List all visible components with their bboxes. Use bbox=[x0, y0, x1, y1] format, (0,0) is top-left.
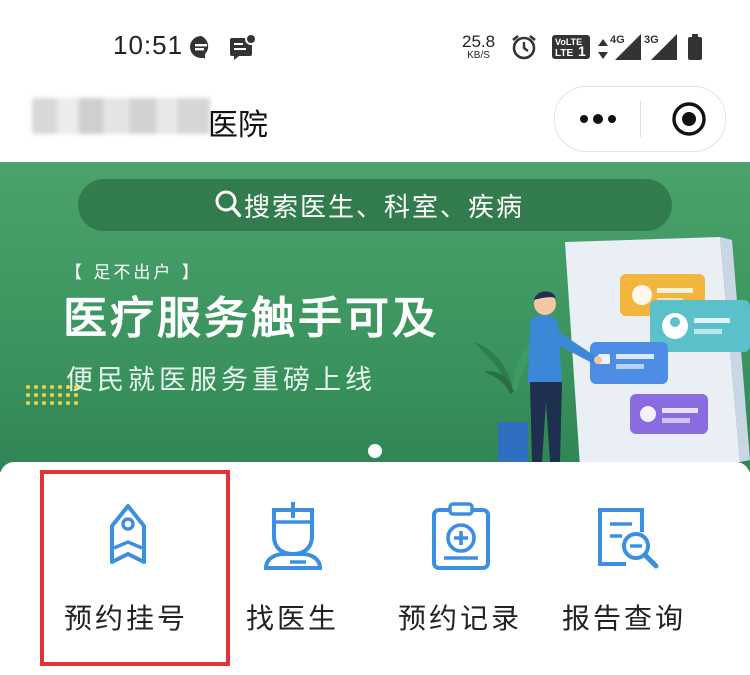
search-placeholder: 搜索医生、科室、疾病 bbox=[244, 193, 525, 223]
menu-label-records: 预约记录 bbox=[398, 602, 523, 635]
menu-item-report[interactable]: 报告查询 bbox=[556, 462, 696, 675]
banner-headline: 医疗服务触手可及 bbox=[63, 293, 439, 344]
banner-tag: 【 足不出户 】 bbox=[65, 263, 202, 283]
page-title: 医院 bbox=[208, 108, 268, 143]
signal-3g-icon: 3G bbox=[644, 34, 677, 60]
alarm-icon bbox=[512, 34, 536, 60]
menu-item-find-doctor[interactable]: 找医生 bbox=[230, 462, 360, 675]
record-clipboard-icon bbox=[432, 502, 490, 570]
doctor-icon bbox=[263, 502, 323, 570]
decorative-dots bbox=[26, 385, 78, 405]
volte-icon: VoLTE LTE 1 bbox=[552, 35, 590, 59]
message-icon bbox=[190, 36, 209, 59]
search-icon bbox=[215, 190, 242, 218]
signal-4g-icon: 4G bbox=[610, 34, 641, 60]
status-bar: 10:51 25.8 KB/S VoLTE LTE 1 4G 3G bbox=[0, 0, 750, 92]
status-time: 10:51 bbox=[113, 30, 184, 60]
svg-text:3G: 3G bbox=[644, 34, 659, 46]
net-speed-unit: KB/S bbox=[467, 50, 490, 61]
net-speed: 25.8 KB/S bbox=[462, 33, 495, 61]
highlight-box bbox=[40, 470, 230, 666]
banner[interactable]: 搜索医生、科室、疾病 【 足不出户 】 医疗服务触手可及 便民就医服务重磅上线 bbox=[0, 162, 750, 472]
menu-label-report: 报告查询 bbox=[562, 602, 687, 635]
menu-item-records[interactable]: 预约记录 bbox=[390, 462, 530, 675]
battery-icon bbox=[688, 34, 702, 60]
notification-icon bbox=[230, 33, 256, 60]
report-search-icon bbox=[598, 508, 659, 569]
capsule-divider bbox=[640, 101, 641, 137]
carousel-indicator[interactable] bbox=[368, 444, 382, 458]
net-speed-value: 25.8 bbox=[462, 32, 496, 51]
more-icon[interactable] bbox=[579, 109, 617, 129]
blurred-hospital-name bbox=[32, 98, 210, 134]
search-bar[interactable]: 搜索医生、科室、疾病 bbox=[78, 179, 672, 231]
banner-subline: 便民就医服务重磅上线 bbox=[66, 365, 376, 396]
mini-program-capsule bbox=[554, 86, 726, 152]
menu-label-find-doctor: 找医生 bbox=[246, 602, 340, 635]
banner-illustration bbox=[475, 237, 750, 467]
svg-text:1: 1 bbox=[578, 43, 586, 59]
close-target-icon[interactable] bbox=[671, 101, 707, 137]
svg-text:LTE: LTE bbox=[555, 48, 573, 59]
svg-text:4G: 4G bbox=[610, 34, 625, 46]
